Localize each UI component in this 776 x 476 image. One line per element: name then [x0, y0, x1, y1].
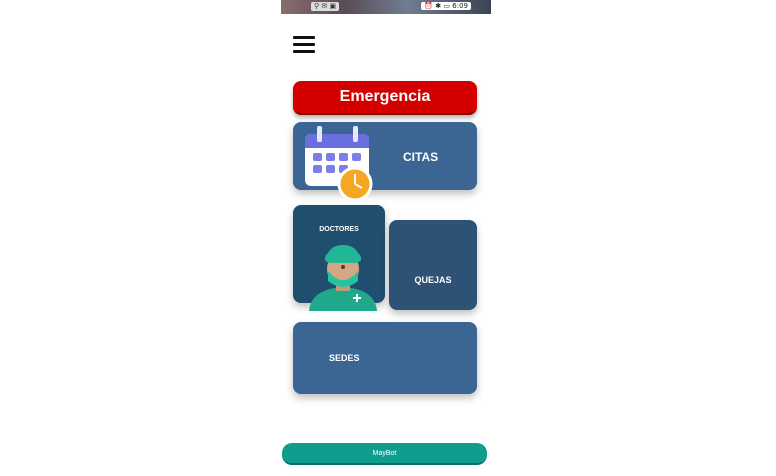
status-notification-icons: ⚲ ✉ ▣ [311, 2, 340, 11]
sedes-card[interactable]: SEDES [293, 322, 477, 394]
quejas-label: QUEJAS [414, 275, 452, 285]
alarm-icon: ⏰ [424, 2, 434, 10]
phone-screen: ⚲ ✉ ▣ ⏰ ✱ ▭ 6:09 Emergencia CITAS DOCTOR… [281, 0, 491, 476]
status-indicators: ⏰ ✱ ▭ 6:09 [421, 2, 471, 10]
citas-card[interactable]: CITAS [293, 122, 477, 200]
doctor-icon [309, 245, 377, 311]
hamburger-menu-icon[interactable] [293, 36, 315, 54]
calendar-clock-icon [305, 126, 373, 200]
citas-label: CITAS [403, 150, 439, 164]
sedes-label: SEDES [329, 353, 360, 363]
quejas-card[interactable]: QUEJAS [389, 220, 477, 310]
bluetooth-icon: ✱ [435, 2, 442, 10]
doctores-label: DOCTORES [319, 226, 359, 233]
status-bar: ⚲ ✉ ▣ ⏰ ✱ ▭ 6:09 [281, 0, 491, 14]
status-time: 6:09 [452, 2, 468, 10]
emergency-button[interactable]: Emergencia [293, 81, 477, 115]
doctores-card[interactable]: DOCTORES [293, 205, 385, 311]
battery-icon: ▭ [443, 2, 451, 10]
maybot-button[interactable]: MayBot [282, 443, 487, 465]
